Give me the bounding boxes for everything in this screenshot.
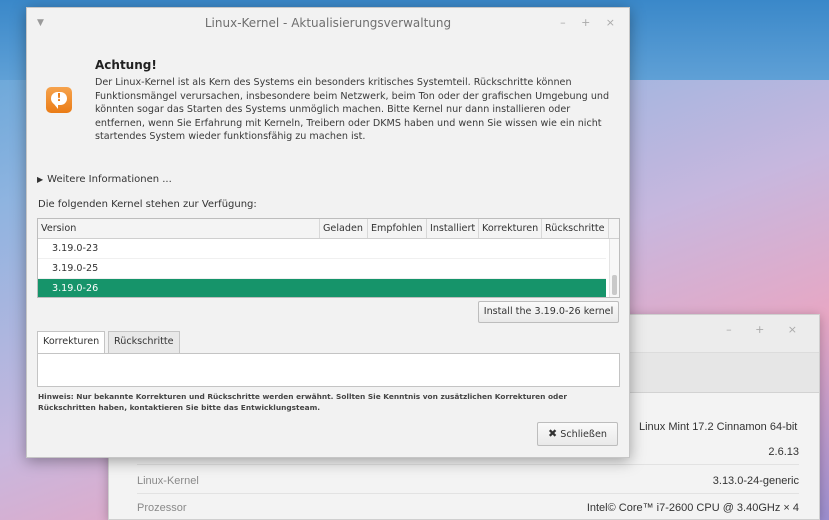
info-value: 2.6.13 (768, 445, 799, 458)
tab-regressions[interactable]: Rückschritte (108, 331, 180, 353)
close-x-icon: ✖ (548, 427, 558, 440)
scrollbar-thumb[interactable] (612, 275, 617, 295)
column-header-version[interactable]: Version (38, 219, 320, 238)
column-header-installed[interactable]: Installiert (427, 219, 479, 238)
warning-title: Achtung! (95, 58, 157, 72)
more-info-expander[interactable]: ▶ Weitere Informationen ... (37, 174, 172, 185)
kernel-table: Version Geladen Empfohlen Installiert Ko… (37, 218, 620, 298)
window-title: Linux-Kernel - Aktualisierungsverwaltung (204, 16, 452, 30)
table-row-selected[interactable]: 3.19.0-26 (38, 279, 606, 297)
info-value: Intel© Core™ i7-2600 CPU @ 3.40GHz × 4 (586, 501, 799, 514)
expander-triangle-icon: ▶ (37, 175, 44, 184)
column-header-regressions[interactable]: Rückschritte (542, 219, 609, 238)
available-kernels-label: Die folgenden Kernel stehen zur Verfügun… (38, 199, 257, 210)
window-controls[interactable]: – + × (548, 8, 615, 38)
close-button-label: Schließen (560, 429, 607, 440)
info-label: Linux-Kernel (137, 474, 199, 487)
close-icon[interactable]: × (788, 323, 807, 336)
minimize-icon[interactable]: – (726, 323, 742, 336)
os-value: Linux Mint 17.2 Cinnamon 64-bit (639, 421, 798, 433)
hint-text: Hinweis: Nur bekannte Korrekturen und Rü… (38, 392, 567, 412)
kernel-update-dialog: ▼ Linux-Kernel - Aktualisierungsverwaltu… (26, 7, 630, 458)
dialog-titlebar[interactable]: ▼ Linux-Kernel - Aktualisierungsverwaltu… (27, 8, 629, 40)
install-kernel-button[interactable]: Install the 3.19.0-26 kernel (478, 301, 619, 323)
info-row: Linux-Kernel 3.13.0-24-generic (137, 468, 799, 494)
info-label: Prozessor (137, 501, 187, 514)
warning-text: Der Linux-Kernel ist als Kern des System… (95, 77, 610, 143)
info-row: Prozessor Intel© Core™ i7-2600 CPU @ 3.4… (137, 495, 799, 520)
column-header-fixes[interactable]: Korrekturen (479, 219, 542, 238)
warning-icon: ! (46, 87, 72, 113)
close-button[interactable]: ✖ Schließen (537, 422, 618, 446)
minimize-icon[interactable]: – (560, 16, 566, 29)
column-header-loaded[interactable]: Geladen (320, 219, 368, 238)
column-header-recommended[interactable]: Empfohlen (368, 219, 427, 238)
menu-arrow-icon[interactable]: ▼ (37, 8, 44, 38)
table-row[interactable]: 3.19.0-25 (38, 259, 606, 279)
close-icon[interactable]: × (606, 16, 615, 29)
tab-panel (37, 353, 620, 387)
maximize-icon[interactable]: + (581, 16, 590, 29)
more-info-label: Weitere Informationen ... (47, 174, 172, 185)
system-info-window-controls[interactable]: – + × (726, 323, 807, 336)
table-scrollbar[interactable] (609, 239, 619, 297)
table-header: Version Geladen Empfohlen Installiert Ko… (38, 219, 619, 239)
info-value: 3.13.0-24-generic (712, 474, 799, 487)
tab-fixes[interactable]: Korrekturen (37, 331, 106, 354)
table-row[interactable]: 3.19.0-23 (38, 239, 606, 259)
maximize-icon[interactable]: + (755, 323, 774, 336)
